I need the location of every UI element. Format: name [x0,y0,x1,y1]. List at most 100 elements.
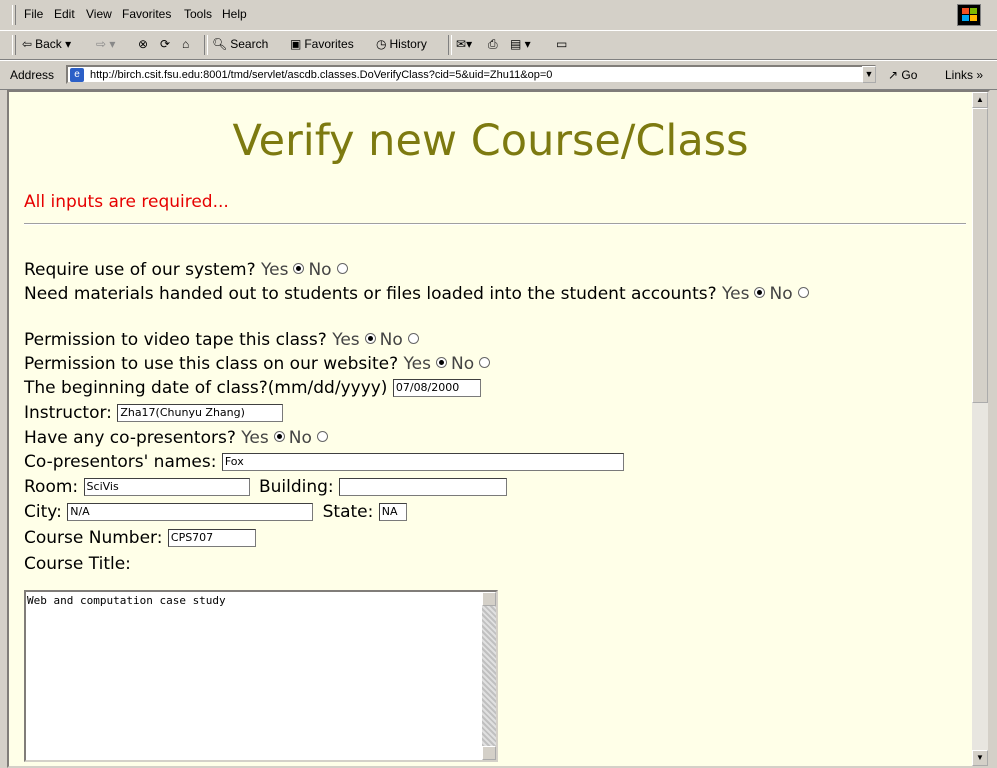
question-date: The beginning date of class?(mm/dd/yyyy)… [24,378,481,398]
radio-materials-yes[interactable] [754,287,766,298]
building-input[interactable] [339,478,508,496]
textarea-scroll-up-button[interactable] [482,592,496,606]
radio-materials-no[interactable] [797,287,809,298]
history-button[interactable]: ◷ History [376,37,427,51]
question-materials-label: Need materials handed out to students or… [24,284,717,304]
course-number-input[interactable]: CPS707 [167,529,256,547]
option-no-label: No [769,284,793,304]
question-system-label: Require use of our system? [24,260,256,280]
stop-icon[interactable]: ⊗ [138,37,148,51]
forward-button[interactable]: ⇨ ▾ [96,37,115,51]
option-yes-label: Yes [241,428,269,448]
option-yes-label: Yes [722,284,750,304]
toolbar: ⇦ Back ▾ ⇨ ▾ ⊗ ⟳ ⌂ 🔍︎ Search ▣ Favorites ◷ H… [0,31,997,60]
option-yes-label: Yes [332,330,360,350]
address-bar: Address e http://birch.csit.fsu.edu:8001… [0,60,997,90]
course-title-text: Web and computation case study [27,594,226,607]
state-label: State: [322,502,374,522]
back-label: Back [35,37,62,51]
edit-icon: ▤ [510,37,522,51]
print-icon[interactable]: ⎙ [488,37,498,52]
scroll-down-button[interactable]: ▼ [972,750,988,766]
option-no-label: No [288,428,312,448]
room-building-row: Room: SciVis Building: [24,477,508,497]
go-arrow-icon: ↗ [888,68,899,82]
links-label: Links [945,68,974,82]
address-input[interactable]: e http://birch.csit.fsu.edu:8001/tmd/ser… [66,65,876,84]
address-label: Address [10,68,55,82]
favorites-button[interactable]: ▣ Favorites [290,37,354,51]
question-date-label: The beginning date of class?(mm/dd/yyyy) [24,378,388,398]
divider [24,223,966,225]
city-label: City: [24,502,62,522]
address-url: http://birch.csit.fsu.edu:8001/tmd/servl… [90,69,553,81]
question-website: Permission to use this class on our webs… [24,354,494,374]
option-no-label: No [379,330,403,350]
page-scrollbar[interactable]: ▲ ▼ [972,92,988,766]
favorites-icon: ▣ [290,37,302,51]
menu-edit[interactable]: Edit [54,7,75,21]
instructor-label: Instructor: [24,403,112,423]
chevron-down-icon: ▼ [864,69,874,79]
city-input[interactable]: N/A [67,503,314,521]
go-button[interactable]: ↗ Go [888,68,917,82]
menu-favorites[interactable]: Favorites [122,7,171,21]
menu-file[interactable]: File [24,7,43,21]
copresentors-row: Co-presentors' names: Fox [24,452,624,472]
search-label: Search [230,37,269,51]
browser-viewport: Verify new Course/Class All inputs are r… [7,90,990,768]
toolbar-grip [12,35,16,55]
menu-view[interactable]: View [86,7,112,21]
radio-copresentors-no[interactable] [316,431,328,442]
radio-copresentors-yes[interactable] [273,431,285,442]
question-copresentors-label: Have any co-presentors? [24,428,236,448]
option-no-label: No [450,354,475,374]
textarea-scrollbar[interactable] [482,592,496,760]
discuss-icon[interactable]: ▭ [556,37,567,51]
instructor-input[interactable]: Zha17(Chunyu Zhang) [117,404,284,422]
home-icon[interactable]: ⌂ [182,37,189,51]
option-no-label: No [308,260,332,280]
chevron-up-icon: ▲ [976,95,984,104]
question-system: Require use of our system? Yes No [24,260,352,280]
address-dropdown-button[interactable]: ▼ [862,66,876,83]
room-input[interactable]: SciVis [83,478,250,496]
mail-button[interactable]: ✉▾ [456,37,472,51]
menu-tools[interactable]: Tools [184,7,212,21]
toolbar-separator [448,35,452,55]
radio-website-yes[interactable] [435,357,447,368]
course-title-label: Course Title: [24,554,131,574]
search-button[interactable]: 🔍︎ Search [212,37,268,51]
windows-logo-icon [957,4,981,26]
page-title: Verify new Course/Class [232,116,749,166]
radio-video-no[interactable] [407,333,419,344]
room-label: Room: [24,477,79,497]
menu-grip [12,5,16,25]
scroll-up-button[interactable]: ▲ [972,92,988,108]
date-input[interactable]: 07/08/2000 [392,379,481,397]
building-label: Building: [258,477,334,497]
textarea-scroll-down-button[interactable] [482,746,496,760]
history-icon: ◷ [376,37,387,51]
radio-website-no[interactable] [479,357,491,368]
refresh-icon[interactable]: ⟳ [160,37,170,51]
scroll-thumb[interactable] [972,108,988,403]
radio-system-yes[interactable] [293,263,305,274]
radio-video-yes[interactable] [364,333,376,344]
copresentors-input[interactable]: Fox [221,453,624,471]
menu-help[interactable]: Help [222,7,247,21]
forward-arrow-icon: ⇨ [96,37,107,51]
links-button[interactable]: Links » [945,68,983,82]
radio-system-no[interactable] [336,263,348,274]
back-button[interactable]: ⇦ Back ▾ [22,37,71,51]
mail-icon: ✉ [456,37,467,51]
search-icon: 🔍︎ [212,37,228,51]
course-title-textarea[interactable]: Web and computation case study [24,590,498,762]
instructor-row: Instructor: Zha17(Chunyu Zhang) [24,403,284,423]
course-number-row: Course Number: CPS707 [24,528,256,548]
page-body: Verify new Course/Class All inputs are r… [9,92,972,766]
option-yes-label: Yes [261,260,289,280]
edit-button[interactable]: ▤ ▾ [510,37,531,51]
state-input[interactable]: NA [378,503,407,521]
question-copresentors: Have any co-presentors? Yes No [24,428,332,448]
